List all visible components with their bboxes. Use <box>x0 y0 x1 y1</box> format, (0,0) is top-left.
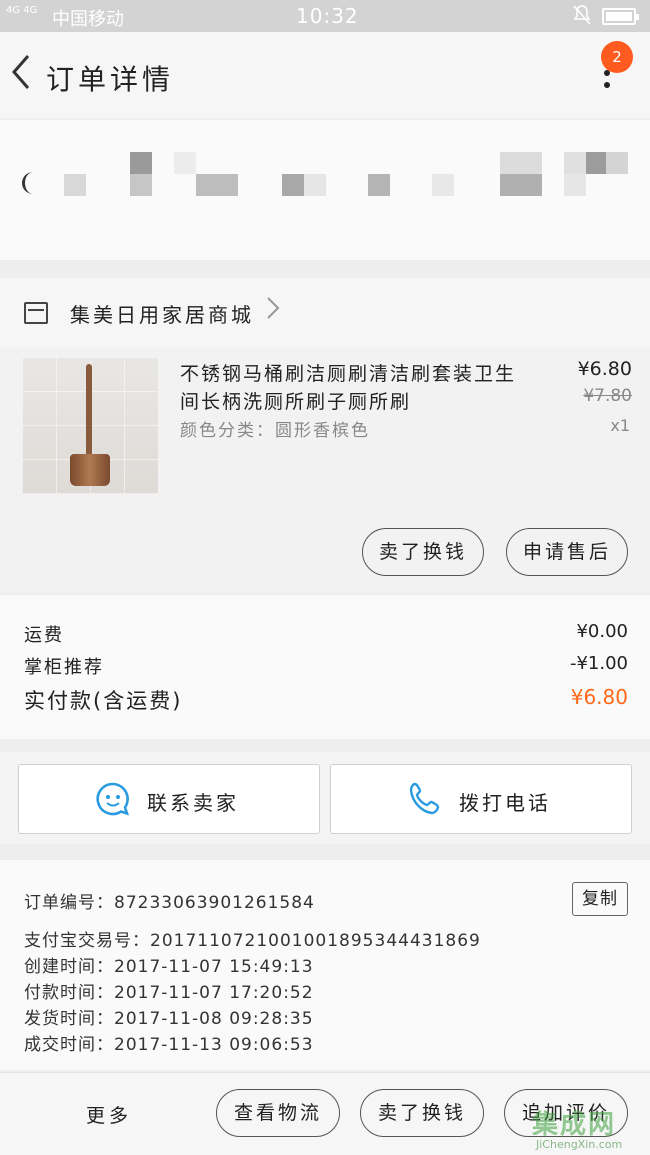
blurred-address <box>22 172 40 194</box>
product-price: ¥6.80 <box>577 358 632 380</box>
store-icon <box>24 302 48 324</box>
order-number: 订单编号：87233063901261584 <box>24 893 315 913</box>
battery-icon <box>602 8 639 25</box>
view-logistics-button[interactable]: 查看物流 <box>216 1089 340 1137</box>
chevron-right-icon <box>266 296 280 326</box>
copy-button[interactable]: 复制 <box>572 882 628 916</box>
phone-icon <box>407 781 443 817</box>
signal-indicator: 4G 4G <box>6 5 38 16</box>
contact-seller-label: 联系卖家 <box>147 791 239 815</box>
watermark-logo: 集成网 <box>532 1110 617 1140</box>
order-info: 订单编号：87233063901261584 复制 支付宝交易号：2017110… <box>0 860 650 1070</box>
call-phone-button[interactable]: 拨打电话 <box>330 764 632 834</box>
contact-section: 联系卖家 拨打电话 <box>0 752 650 844</box>
shipped-time: 发货时间：2017-11-08 09:28:35 <box>24 1009 314 1029</box>
alipay-number: 支付宝交易号：2017110721001001895344431869 <box>24 931 481 951</box>
resell-button[interactable]: 卖了换钱 <box>362 528 484 576</box>
back-chevron-icon[interactable] <box>8 52 34 99</box>
resell-bottom-button[interactable]: 卖了换钱 <box>360 1089 484 1137</box>
product-original-price: ¥7.80 <box>583 386 632 406</box>
shop-header[interactable]: 集美日用家居商城 <box>0 278 650 348</box>
product-name: 不锈钢马桶刷洁厕刷清洁刷套装卫生间长柄洗厕所刷子厕所刷 <box>180 363 517 413</box>
carrier-name: 中国移动 <box>52 9 124 30</box>
status-bar: 4G 4G 中国移动 10:32 <box>0 0 650 32</box>
shipping-label: 运费 <box>24 625 64 646</box>
more-button[interactable]: 更多 <box>86 1101 132 1128</box>
after-sales-button[interactable]: 申请售后 <box>506 528 628 576</box>
page-title: 订单详情 <box>46 63 175 96</box>
created-time: 创建时间：2017-11-07 15:49:13 <box>24 957 314 977</box>
nav-bar: 订单详情 2 <box>0 32 650 118</box>
paid-time: 付款时间：2017-11-07 17:20:52 <box>24 983 314 1003</box>
discount-label: 掌柜推荐 <box>24 657 104 678</box>
site-watermark: 集成网 JiChengXin.com <box>530 1100 650 1155</box>
product-item[interactable]: 不锈钢马桶刷洁厕刷清洁刷套装卫生间长柄洗厕所刷子厕所刷 颜色分类：圆形香槟色 ¥… <box>0 348 650 592</box>
chat-bubble-icon <box>95 781 131 817</box>
watermark-url: JiChengXin.com <box>536 1138 623 1151</box>
shop-name: 集美日用家居商城 <box>70 303 254 327</box>
total-value: ¥6.80 <box>570 685 628 709</box>
discount-value: -¥1.00 <box>569 653 628 674</box>
fee-summary: 运费 ¥0.00 掌柜推荐 -¥1.00 实付款(含运费) ¥6.80 <box>0 595 650 739</box>
mute-bell-icon <box>572 4 592 31</box>
shipping-value: ¥0.00 <box>576 621 628 642</box>
product-sku: 颜色分类：圆形香槟色 <box>180 421 370 441</box>
address-section[interactable] <box>0 120 650 260</box>
notification-badge: 2 <box>601 41 633 73</box>
contact-seller-button[interactable]: 联系卖家 <box>18 764 320 834</box>
clock: 10:32 <box>296 4 359 28</box>
completed-time: 成交时间：2017-11-13 09:06:53 <box>24 1035 314 1055</box>
call-phone-label: 拨打电话 <box>459 791 551 815</box>
product-image <box>22 358 158 494</box>
total-label: 实付款(含运费) <box>24 689 183 713</box>
product-quantity: x1 <box>610 416 630 435</box>
